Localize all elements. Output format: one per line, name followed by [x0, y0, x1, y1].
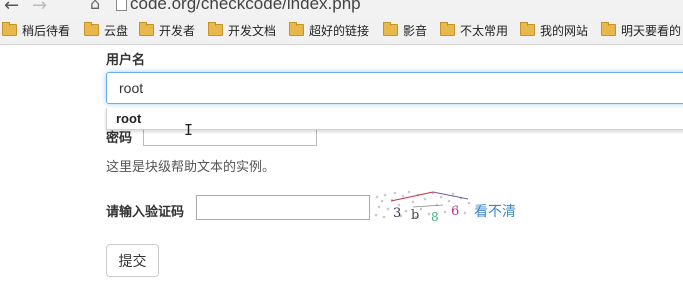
bookmark-folder[interactable]: 云盘: [84, 22, 129, 39]
folder-icon: [601, 22, 616, 36]
bookmark-label: 明天要看的: [621, 24, 682, 38]
folder-icon: [520, 22, 535, 36]
svg-text:6: 6: [451, 204, 459, 219]
bookmark-folder[interactable]: 超好的链接: [289, 22, 370, 39]
home-icon[interactable]: ⌂: [90, 0, 100, 13]
bookmark-label: 稍后待看: [22, 24, 71, 38]
captcha-image[interactable]: 3 b 8 6: [373, 187, 473, 221]
svg-text:b: b: [411, 208, 419, 221]
bookmark-folder[interactable]: 开发者: [139, 22, 196, 39]
bookmark-folder[interactable]: 稍后待看: [2, 22, 71, 39]
help-text: 这里是块级帮助文本的实例。: [106, 159, 276, 174]
bookmark-folder[interactable]: 开发文档: [208, 22, 277, 39]
bookmarks-bar: 稍后待看 云盘 开发者 开发文档 超好的链接 影音 不太常用 我的网站 明天要看…: [0, 18, 683, 45]
refresh-captcha-link[interactable]: 看不清: [474, 201, 516, 221]
svg-text:8: 8: [431, 210, 439, 221]
address-bar-url[interactable]: code.org/checkcode/index.php: [130, 0, 361, 14]
forward-arrow-icon[interactable]: →: [32, 0, 47, 16]
document-icon: [116, 0, 127, 11]
folder-icon: [208, 22, 223, 36]
bookmark-label: 超好的链接: [309, 24, 370, 38]
bookmark-label: 开发文档: [228, 24, 277, 38]
folder-icon: [139, 22, 154, 36]
browser-toolbar: ← → ⌂ code.org/checkcode/index.php: [0, 0, 683, 18]
bookmark-folder[interactable]: 明天要看的: [601, 22, 682, 39]
bookmark-label: 我的网站: [540, 24, 589, 38]
back-arrow-icon[interactable]: ←: [4, 0, 19, 16]
bookmark-folder[interactable]: 影音: [383, 22, 428, 39]
folder-icon: [2, 22, 17, 36]
folder-icon: [440, 22, 455, 36]
bookmark-folder[interactable]: 我的网站: [520, 22, 589, 39]
svg-text:3: 3: [393, 206, 401, 221]
folder-icon: [84, 22, 99, 36]
bookmark-label: 影音: [403, 24, 428, 38]
folder-icon: [289, 22, 304, 36]
autocomplete-option[interactable]: root: [116, 111, 141, 126]
captcha-label: 请输入验证码: [106, 204, 185, 219]
bookmark-label: 云盘: [104, 24, 129, 38]
username-input[interactable]: [106, 72, 683, 104]
bookmark-label: 开发者: [159, 24, 196, 38]
submit-button[interactable]: 提交: [106, 244, 159, 277]
bookmark-label: 不太常用: [460, 24, 509, 38]
bookmark-folder[interactable]: 不太常用: [440, 22, 509, 39]
username-label: 用户名: [106, 52, 146, 67]
captcha-input[interactable]: [196, 195, 370, 220]
text-cursor-icon: I: [184, 121, 194, 139]
folder-icon: [383, 22, 398, 36]
